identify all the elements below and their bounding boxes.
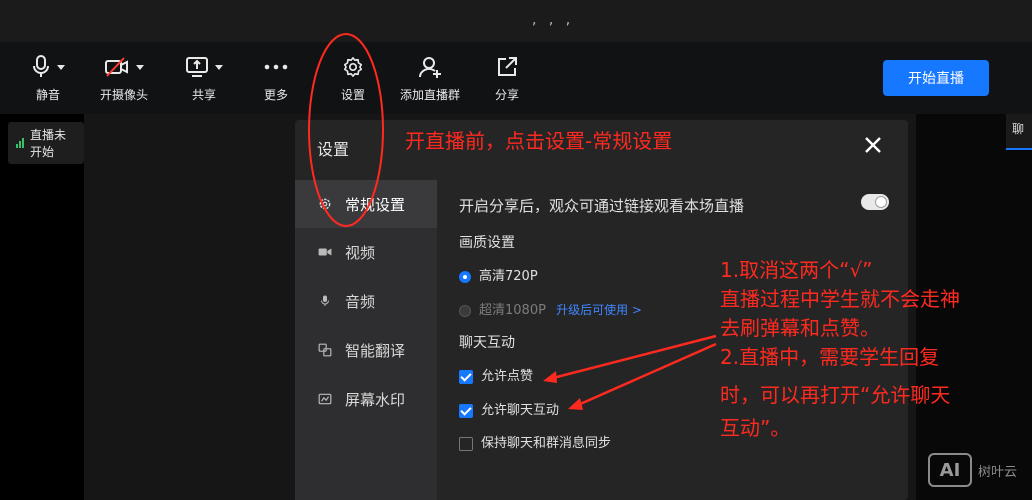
- annotation-line: 直播过程中学生就不会走神: [720, 287, 960, 311]
- annotation-title: 开直播前，点击设置-常规设置: [405, 129, 673, 153]
- annotation-circle: [308, 33, 384, 227]
- annotation-arrowhead: [568, 398, 583, 410]
- annotation-line: 互动”。: [720, 416, 791, 440]
- annotation-line: 去刷弹幕和点赞。: [720, 316, 880, 340]
- watermark-logo: AI: [928, 453, 972, 487]
- annotation-arrow-like: [552, 334, 717, 380]
- watermark-text: 树叶云: [978, 464, 1018, 480]
- annotation-overlay: [308, 33, 717, 410]
- annotation-line: 1.取消这两个“√”: [720, 258, 873, 282]
- annotation-line: 时，可以再打开“允许聊天: [720, 383, 951, 407]
- annotation-line: 2.直播中，需要学生回复: [720, 345, 940, 369]
- annotation-arrowhead: [543, 371, 557, 383]
- brand-watermark: AI 树叶云: [928, 453, 1017, 487]
